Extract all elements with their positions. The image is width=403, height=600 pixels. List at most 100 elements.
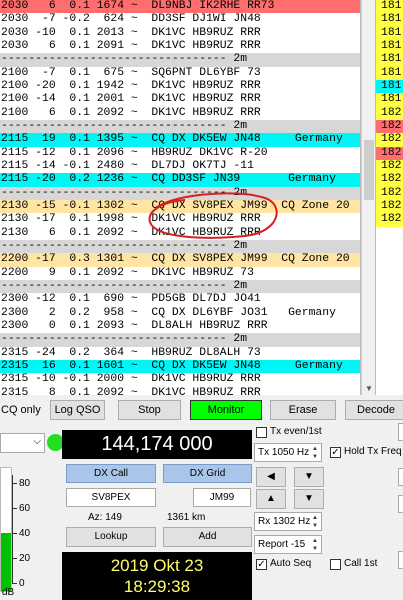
- dx-grid-field[interactable]: JM99: [193, 488, 251, 507]
- edge-field-3[interactable]: [398, 495, 403, 513]
- decode-row[interactable]: 2315 -24 0.2 364 ~ HB9RUZ DL8ALH 73: [0, 347, 360, 360]
- azimuth: Az: 149: [88, 512, 122, 523]
- chevron-down-icon: ⌵: [33, 436, 41, 447]
- rx-frequency-row[interactable]: 181: [376, 79, 403, 94]
- spin-arrows-icon[interactable]: ▲ ▼: [312, 445, 320, 461]
- decode-row[interactable]: 2030 -7 -0.2 624 ~ DD3SF DJ1WI JN48: [0, 13, 360, 26]
- period-separator[interactable]: --------------------------------- 2m: [0, 239, 360, 254]
- rx-frequency-row[interactable]: 182: [376, 106, 403, 120]
- meter-tick: [12, 508, 17, 509]
- decode-row[interactable]: 2115 19 0.1 1395 ~ CQ DX DK5EW JN48 Germ…: [0, 133, 360, 147]
- decode-row[interactable]: 2130 -15 -0.1 1302 ~ CQ DX SV8PEX JM99 C…: [0, 199, 360, 214]
- date-text: 2019 Okt 23: [110, 556, 204, 575]
- band-select[interactable]: ⌵: [0, 433, 45, 453]
- rx-frequency-row[interactable]: 182: [376, 173, 403, 187]
- meter-unit: dB: [2, 587, 15, 598]
- meter-tick-label: 40: [19, 528, 31, 539]
- cq-only-label[interactable]: CQ only: [1, 404, 41, 416]
- lock-freq-button[interactable]: ▼: [294, 489, 324, 509]
- tx-to-rx-up-button[interactable]: ▲: [256, 489, 286, 509]
- tx-to-rx-button[interactable]: ◀: [256, 467, 286, 487]
- decode-row[interactable]: 2030 6 0.1 1674 ~ DL9NBJ IK2RHE RR73: [0, 0, 360, 14]
- erase-button[interactable]: Erase: [270, 400, 336, 420]
- period-separator[interactable]: --------------------------------- 2m: [0, 186, 360, 200]
- decode-row[interactable]: 2315 16 0.1 1601 ~ CQ DX DK5EW JN48 Germ…: [0, 359, 360, 374]
- scrollbar-thumb[interactable]: [364, 140, 374, 200]
- call-1st-checkbox[interactable]: [330, 559, 341, 570]
- decode-row[interactable]: 2200 -17 0.3 1301 ~ CQ DX SV8PEX JM99 CQ…: [0, 253, 360, 267]
- meter-tick-label: 60: [19, 503, 31, 514]
- rx-frequency-row[interactable]: 182: [376, 159, 403, 174]
- rx-frequency-row[interactable]: 181: [376, 13, 403, 27]
- decode-row[interactable]: 2315 8 0.1 2092 ~ DK1VC HB9RUZ RRR: [0, 387, 360, 395]
- spin-arrows-icon[interactable]: ▲ ▼: [312, 514, 320, 530]
- rx-frequency-row[interactable]: 181: [376, 66, 403, 80]
- hold-tx-freq-checkbox[interactable]: ✓: [330, 447, 341, 458]
- dx-call-field[interactable]: SV8PEX: [66, 488, 156, 507]
- decode-row[interactable]: 2300 0 0.1 2093 ~ DL8ALH HB9RUZ RRR: [0, 320, 360, 333]
- rx-frequency-row[interactable]: 182: [376, 186, 403, 200]
- rx-to-tx-button[interactable]: ▼: [294, 467, 324, 487]
- decode-row[interactable]: 2300 2 0.2 958 ~ CQ DX DL6YBF JO31 Germa…: [0, 307, 360, 320]
- edge-field-4[interactable]: [398, 551, 403, 569]
- report-spinbox[interactable]: Report -15 ▲ ▼: [254, 535, 322, 554]
- decode-row[interactable]: 2030 -10 0.1 2013 ~ DK1VC HB9RUZ RRR: [0, 27, 360, 40]
- decode-row[interactable]: 2030 6 0.1 2091 ~ DK1VC HB9RUZ RRR: [0, 40, 360, 53]
- auto-seq-checkbox[interactable]: ✓: [256, 559, 267, 570]
- decode-row[interactable]: 2100 6 0.1 2092 ~ DK1VC HB9RUZ RRR: [0, 107, 360, 120]
- rx-frequency-row[interactable]: 182: [376, 146, 403, 160]
- edge-field-2[interactable]: [398, 468, 403, 486]
- arrow-up-icon: ▲: [266, 493, 276, 504]
- tx-even-label: Tx even/1st: [270, 426, 322, 437]
- rx-frequency-row[interactable]: 181: [376, 0, 403, 14]
- decode-button[interactable]: Decode: [345, 400, 403, 420]
- decode-row[interactable]: 2100 -20 0.1 1942 ~ DK1VC HB9RUZ RRR: [0, 80, 360, 93]
- scroll-down-arrow-icon[interactable]: ▼: [365, 384, 373, 393]
- rx-frequency-row[interactable]: 181: [376, 39, 403, 54]
- decode-row[interactable]: 2130 -17 0.1 1998 ~ DK1VC HB9RUZ RRR: [0, 213, 360, 226]
- period-separator[interactable]: --------------------------------- 2m: [0, 119, 360, 134]
- decode-row[interactable]: 2100 -14 0.1 2001 ~ DK1VC HB9RUZ RRR: [0, 93, 360, 106]
- rx-frequency-list[interactable]: 181 181 181 181 181 181 181 181 182 182 182 182 182 1…: [375, 0, 403, 395]
- meter-tick: [12, 483, 17, 484]
- decode-list[interactable]: 2030 6 0.1 1674 ~ DL9NBJ IK2RHE RR73 2030…: [0, 0, 361, 395]
- tx-frequency-spinbox[interactable]: Tx 1050 Hz ▲ ▼: [254, 443, 322, 462]
- period-separator[interactable]: --------------------------------- 2m: [0, 333, 360, 347]
- rx-frequency-row[interactable]: 181: [376, 26, 403, 40]
- decode-row[interactable]: 2115 -14 -0.1 2480 ~ DL7DJ OK7TJ -11: [0, 160, 360, 173]
- arrow-down-icon: ▼: [304, 493, 314, 504]
- call-1st-label: Call 1st: [344, 558, 378, 569]
- monitor-button[interactable]: Monitor: [190, 400, 262, 420]
- meter-tick-label: 80: [19, 478, 31, 489]
- dx-call-label: DX Call: [66, 464, 156, 483]
- rx-frequency-row[interactable]: 182: [376, 213, 403, 227]
- decode-row[interactable]: 2100 -7 0.1 675 ~ SQ6PNT DL6YBF 73: [0, 67, 360, 80]
- tx-even-checkbox[interactable]: [256, 427, 267, 438]
- lookup-button[interactable]: Lookup: [66, 527, 156, 547]
- tx-frequency-value: Tx 1050 Hz: [258, 447, 310, 458]
- log-qso-button[interactable]: Log QSO: [50, 400, 105, 420]
- meter-tick-label: 20: [19, 553, 31, 564]
- add-button[interactable]: Add: [163, 527, 252, 547]
- decode-row[interactable]: 2115 -12 0.1 2096 ~ HB9RUZ DK1VC R-20: [0, 147, 360, 160]
- decode-row[interactable]: 2315 -10 -0.1 2000 ~ DK1VC HB9RUZ RRR: [0, 373, 360, 386]
- period-separator[interactable]: --------------------------------- 2m: [0, 279, 360, 294]
- arrow-left-icon: ◀: [267, 471, 275, 482]
- decode-row[interactable]: 2200 9 0.1 2092 ~ DK1VC HB9RUZ 73: [0, 267, 360, 280]
- rx-frequency-row[interactable]: 181: [376, 53, 403, 67]
- rx-frequency-row[interactable]: [376, 226, 403, 240]
- spin-arrows-icon[interactable]: ▲ ▼: [312, 537, 320, 553]
- decode-row[interactable]: 2130 6 0.1 2092 ~ DK1VC HB9RUZ RRR: [0, 227, 360, 240]
- rx-frequency-row[interactable]: 182: [376, 133, 403, 147]
- rx-frequency-row[interactable]: 181: [376, 93, 403, 107]
- rx-frequency-row[interactable]: 182: [376, 119, 403, 134]
- rx-frequency-value: Rx 1302 Hz: [258, 516, 311, 527]
- decode-scrollbar[interactable]: ▼: [361, 0, 375, 395]
- edge-field-1[interactable]: [398, 423, 403, 441]
- period-separator[interactable]: --------------------------------- 2m: [0, 53, 360, 67]
- stop-button[interactable]: Stop: [118, 400, 181, 420]
- rx-frequency-row[interactable]: 182: [376, 199, 403, 214]
- rx-frequency-spinbox[interactable]: Rx 1302 Hz ▲ ▼: [254, 512, 322, 531]
- decode-row[interactable]: 2300 -12 0.1 690 ~ PD5GB DL7DJ JO41: [0, 293, 360, 306]
- decode-row[interactable]: 2115 -20 0.2 1236 ~ CQ DD3SF JN39 German…: [0, 173, 360, 187]
